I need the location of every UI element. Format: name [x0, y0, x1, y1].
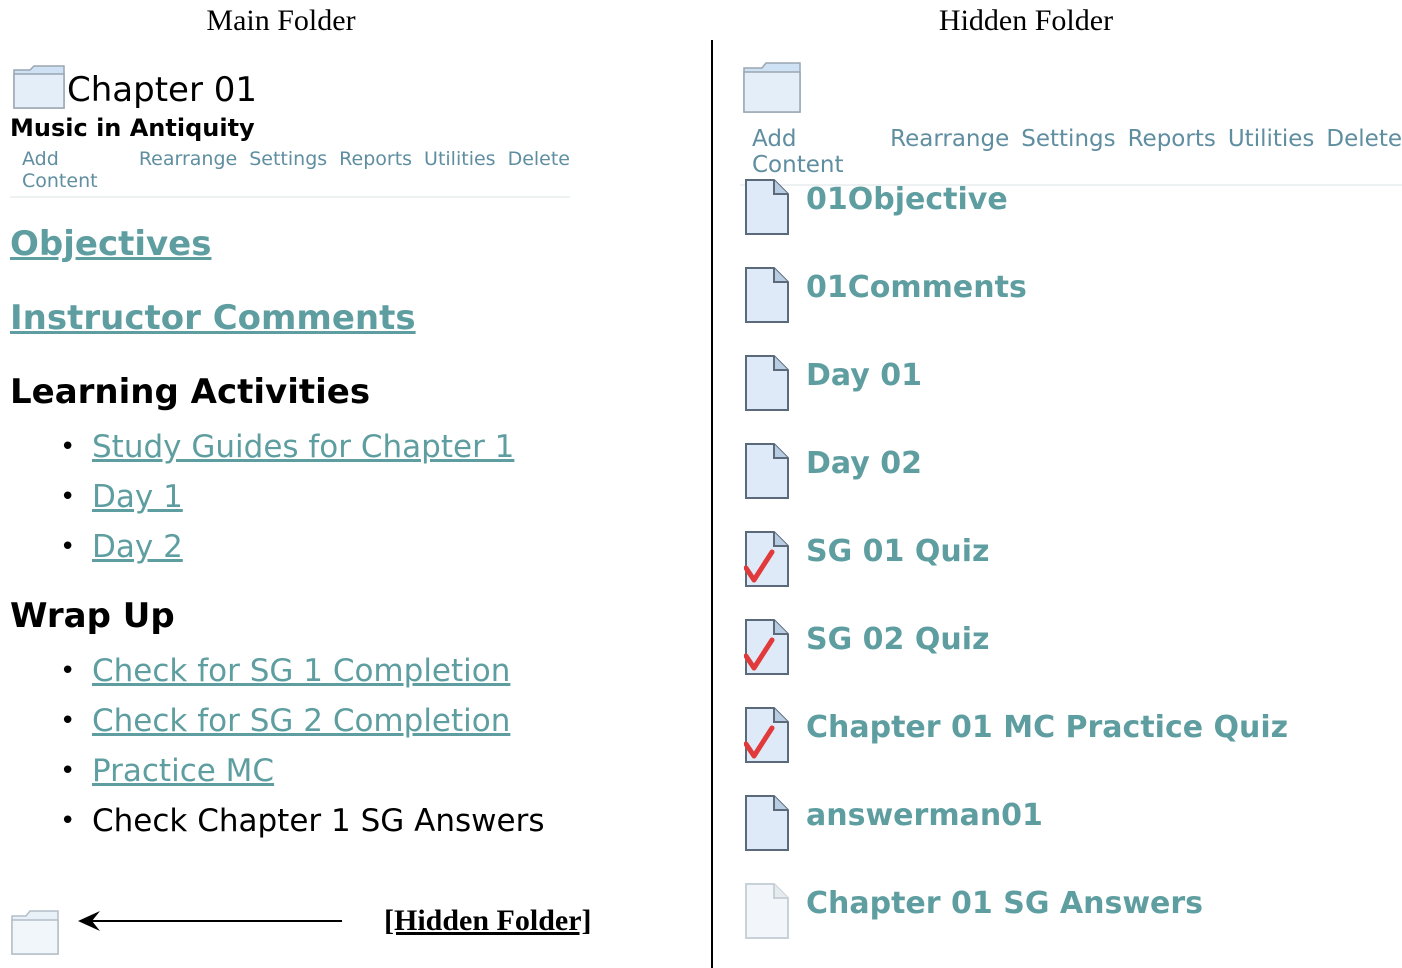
hidden-folder-caption: Hidden Folder — [938, 4, 1114, 37]
faded-document-icon — [744, 880, 790, 940]
list-item: • Check for SG 1 Completion — [60, 646, 544, 696]
wrap-up-list: • Check for SG 1 Completion • Check for SG… — [60, 646, 544, 846]
bullet: • — [60, 432, 76, 462]
bullet: • — [60, 482, 76, 512]
chapter-title: Chapter 01 — [67, 70, 258, 110]
folder-icon[interactable] — [742, 60, 802, 114]
content-item-label[interactable]: SG 02 Quiz — [806, 622, 989, 657]
list-item: • Check Chapter 1 SG Answers — [60, 796, 544, 846]
document-icon — [744, 176, 790, 236]
day-1-link[interactable]: Day 1 — [92, 479, 183, 515]
list-item: • Check for SG 2 Completion — [60, 696, 544, 746]
wrap-up-heading: Wrap Up — [10, 596, 175, 636]
content-item-label[interactable]: 01Objective — [806, 182, 1008, 217]
hidden-folder-icon[interactable] — [10, 908, 60, 956]
bullet: • — [60, 656, 76, 686]
document-icon — [744, 264, 790, 324]
content-item-label[interactable]: answerman01 — [806, 798, 1043, 833]
practice-mc-link[interactable]: Practice MC — [92, 753, 274, 789]
document-icon — [744, 352, 790, 412]
settings-button[interactable]: Settings — [1021, 126, 1115, 178]
delete-button[interactable]: Delete — [508, 148, 570, 192]
arrow-pointer — [78, 911, 342, 931]
add-content-button[interactable]: Add Content — [22, 148, 127, 192]
panel-divider — [711, 40, 713, 968]
content-item-label[interactable]: Day 01 — [806, 358, 922, 393]
content-item-label[interactable]: Day 02 — [806, 446, 922, 481]
content-item-label[interactable]: Chapter 01 SG Answers — [806, 886, 1203, 921]
quiz-check-icon — [743, 616, 790, 676]
objectives-link[interactable]: Objectives — [10, 224, 211, 264]
instructor-comments-link[interactable]: Instructor Comments — [10, 298, 416, 338]
chapter-subtitle: Music in Antiquity — [10, 114, 255, 142]
settings-button[interactable]: Settings — [249, 148, 327, 192]
list-item: • Day 1 — [60, 472, 514, 522]
bullet: • — [60, 756, 76, 786]
content-item-label[interactable]: SG 01 Quiz — [806, 534, 989, 569]
content-item[interactable]: SG 01 Quiz — [743, 528, 989, 588]
hidden-folder-label: [Hidden Folder] — [384, 904, 592, 937]
check-answers-text: Check Chapter 1 SG Answers — [92, 803, 545, 839]
list-item: • Day 2 — [60, 522, 514, 572]
bullet: • — [60, 532, 76, 562]
document-icon — [744, 792, 790, 852]
content-item[interactable]: Chapter 01 MC Practice Quiz — [743, 704, 1288, 764]
quiz-check-icon — [743, 704, 790, 764]
add-content-button[interactable]: Add Content — [752, 126, 878, 178]
utilities-button[interactable]: Utilities — [424, 148, 496, 192]
content-item[interactable]: 01Comments — [744, 264, 1027, 324]
rearrange-button[interactable]: Rearrange — [139, 148, 237, 192]
quiz-check-icon — [743, 528, 790, 588]
study-guides-link[interactable]: Study Guides for Chapter 1 — [92, 429, 514, 465]
day-2-link[interactable]: Day 2 — [92, 529, 183, 565]
check-sg2-link[interactable]: Check for SG 2 Completion — [92, 703, 510, 739]
content-item[interactable]: Day 02 — [744, 440, 922, 500]
reports-button[interactable]: Reports — [339, 148, 412, 192]
bullet: • — [60, 706, 76, 736]
main-toolbar: Add Content Rearrange Settings Reports U… — [10, 148, 570, 198]
content-item-label[interactable]: 01Comments — [806, 270, 1027, 305]
content-item[interactable]: answerman01 — [744, 792, 1043, 852]
check-sg1-link[interactable]: Check for SG 1 Completion — [92, 653, 510, 689]
learning-activities-list: • Study Guides for Chapter 1 • Day 1 • Day … — [60, 422, 514, 572]
content-item-label[interactable]: Chapter 01 MC Practice Quiz — [806, 710, 1288, 745]
list-item: • Study Guides for Chapter 1 — [60, 422, 514, 472]
content-item[interactable]: 01Objective — [744, 176, 1008, 236]
utilities-button[interactable]: Utilities — [1228, 126, 1315, 178]
bullet: • — [60, 806, 76, 836]
document-icon — [744, 440, 790, 500]
reports-button[interactable]: Reports — [1128, 126, 1216, 178]
delete-button[interactable]: Delete — [1326, 126, 1402, 178]
rearrange-button[interactable]: Rearrange — [890, 126, 1009, 178]
list-item: • Practice MC — [60, 746, 544, 796]
content-item[interactable]: Chapter 01 SG Answers — [744, 880, 1203, 940]
main-folder-caption: Main Folder — [206, 4, 356, 37]
folder-icon[interactable] — [12, 64, 66, 110]
learning-activities-heading: Learning Activities — [10, 372, 371, 412]
content-item[interactable]: Day 01 — [744, 352, 922, 412]
content-item[interactable]: SG 02 Quiz — [743, 616, 989, 676]
